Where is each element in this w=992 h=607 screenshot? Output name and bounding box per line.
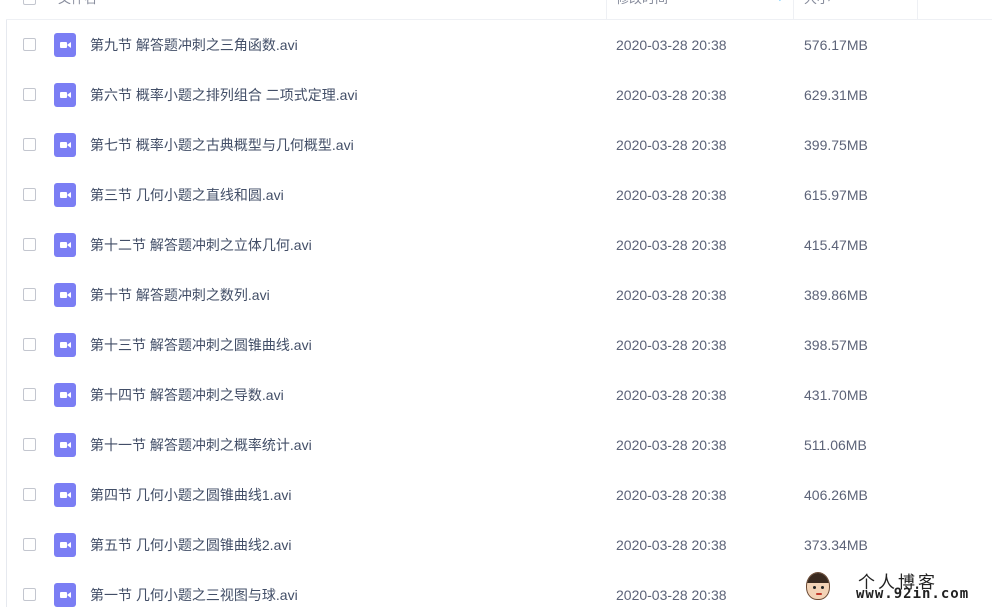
row-checkbox[interactable] <box>23 438 36 451</box>
file-name[interactable]: 第四节 几何小题之圆锥曲线1.avi <box>90 470 291 520</box>
file-row[interactable]: 第三节 几何小题之直线和圆.avi 2020-03-28 20:38 615.97M… <box>6 170 992 220</box>
file-modified-time: 2020-03-28 20:38 <box>616 37 727 53</box>
row-checkbox[interactable] <box>23 38 36 51</box>
file-size: 373.34MB <box>804 537 868 553</box>
row-checkbox[interactable] <box>23 488 36 501</box>
row-checkbox[interactable] <box>23 188 36 201</box>
row-checkbox[interactable] <box>23 338 36 351</box>
video-file-icon <box>54 83 76 107</box>
file-name[interactable]: 第一节 几何小题之三视图与球.avi <box>90 570 298 607</box>
file-name[interactable]: 第九节 解答题冲刺之三角函数.avi <box>90 20 298 70</box>
video-file-icon <box>54 583 76 607</box>
header-size[interactable]: 大小 <box>804 0 830 19</box>
file-modified-time: 2020-03-28 20:38 <box>616 387 727 403</box>
file-modified-time: 2020-03-28 20:38 <box>616 487 727 503</box>
file-row[interactable]: 第五节 几何小题之圆锥曲线2.avi 2020-03-28 20:38 373.34… <box>6 520 992 570</box>
file-size: 406.26MB <box>804 487 868 503</box>
file-name[interactable]: 第六节 概率小题之排列组合 二项式定理.avi <box>90 70 358 120</box>
video-file-icon <box>54 333 76 357</box>
file-modified-time: 2020-03-28 20:38 <box>616 437 727 453</box>
file-list: 文件名 修改时间 ▼ 大小 第九节 解答题冲刺之三角函数.avi 2020-03-… <box>0 0 992 607</box>
row-checkbox[interactable] <box>23 88 36 101</box>
video-file-icon <box>54 533 76 557</box>
file-size: 389.86MB <box>804 287 868 303</box>
video-file-icon <box>54 383 76 407</box>
row-checkbox[interactable] <box>23 538 36 551</box>
row-checkbox[interactable] <box>23 138 36 151</box>
row-checkbox[interactable] <box>23 588 36 601</box>
row-checkbox[interactable] <box>23 388 36 401</box>
video-file-icon <box>54 283 76 307</box>
file-row[interactable]: 第十四节 解答题冲刺之导数.avi 2020-03-28 20:38 431.70M… <box>6 370 992 420</box>
file-name[interactable]: 第三节 几何小题之直线和圆.avi <box>90 170 284 220</box>
video-file-icon <box>54 433 76 457</box>
watermark: 个人博客 www.92in.com <box>798 566 992 607</box>
video-file-icon <box>54 483 76 507</box>
header-modified[interactable]: 修改时间 <box>616 0 668 19</box>
file-row[interactable]: 第十一节 解答题冲刺之概率统计.avi 2020-03-28 20:38 511.0… <box>6 420 992 470</box>
file-size: 415.47MB <box>804 237 868 253</box>
file-name[interactable]: 第十节 解答题冲刺之数列.avi <box>90 270 270 320</box>
watermark-url: www.92in.com <box>856 586 970 602</box>
select-all-checkbox[interactable] <box>23 0 36 5</box>
header-divider <box>793 0 794 19</box>
file-row[interactable]: 第六节 概率小题之排列组合 二项式定理.avi 2020-03-28 20:38 6… <box>6 70 992 120</box>
file-size: 629.31MB <box>804 87 868 103</box>
file-name[interactable]: 第五节 几何小题之圆锥曲线2.avi <box>90 520 291 570</box>
list-header: 文件名 修改时间 ▼ 大小 <box>6 0 992 20</box>
header-name[interactable]: 文件名 <box>58 0 97 19</box>
file-modified-time: 2020-03-28 20:38 <box>616 237 727 253</box>
file-modified-time: 2020-03-28 20:38 <box>616 537 727 553</box>
file-size: 398.57MB <box>804 337 868 353</box>
file-name[interactable]: 第七节 概率小题之古典概型与几何概型.avi <box>90 120 354 170</box>
file-name[interactable]: 第十三节 解答题冲刺之圆锥曲线.avi <box>90 320 312 370</box>
file-size: 399.75MB <box>804 137 868 153</box>
sort-arrow-down-icon[interactable]: ▼ <box>775 0 785 19</box>
video-file-icon <box>54 183 76 207</box>
file-modified-time: 2020-03-28 20:38 <box>616 187 727 203</box>
file-size: 615.97MB <box>804 187 868 203</box>
file-size: 431.70MB <box>804 387 868 403</box>
watermark-avatar-icon <box>806 572 830 600</box>
file-modified-time: 2020-03-28 20:38 <box>616 87 727 103</box>
file-modified-time: 2020-03-28 20:38 <box>616 337 727 353</box>
header-divider <box>917 0 918 19</box>
row-checkbox[interactable] <box>23 238 36 251</box>
file-name[interactable]: 第十二节 解答题冲刺之立体几何.avi <box>90 220 312 270</box>
file-modified-time: 2020-03-28 20:38 <box>616 587 727 603</box>
file-row[interactable]: 第十三节 解答题冲刺之圆锥曲线.avi 2020-03-28 20:38 398.5… <box>6 320 992 370</box>
video-file-icon <box>54 233 76 257</box>
file-size: 576.17MB <box>804 37 868 53</box>
row-checkbox[interactable] <box>23 288 36 301</box>
file-modified-time: 2020-03-28 20:38 <box>616 287 727 303</box>
video-file-icon <box>54 33 76 57</box>
file-name[interactable]: 第十一节 解答题冲刺之概率统计.avi <box>90 420 312 470</box>
header-divider <box>606 0 607 19</box>
file-row[interactable]: 第四节 几何小题之圆锥曲线1.avi 2020-03-28 20:38 406.26… <box>6 470 992 520</box>
file-size: 511.06MB <box>804 437 867 453</box>
file-row[interactable]: 第十二节 解答题冲刺之立体几何.avi 2020-03-28 20:38 415.4… <box>6 220 992 270</box>
file-name[interactable]: 第十四节 解答题冲刺之导数.avi <box>90 370 284 420</box>
file-row[interactable]: 第七节 概率小题之古典概型与几何概型.avi 2020-03-28 20:38 39… <box>6 120 992 170</box>
file-row[interactable]: 第九节 解答题冲刺之三角函数.avi 2020-03-28 20:38 576.17… <box>6 20 992 70</box>
video-file-icon <box>54 133 76 157</box>
file-modified-time: 2020-03-28 20:38 <box>616 137 727 153</box>
file-row[interactable]: 第十节 解答题冲刺之数列.avi 2020-03-28 20:38 389.86MB <box>6 270 992 320</box>
